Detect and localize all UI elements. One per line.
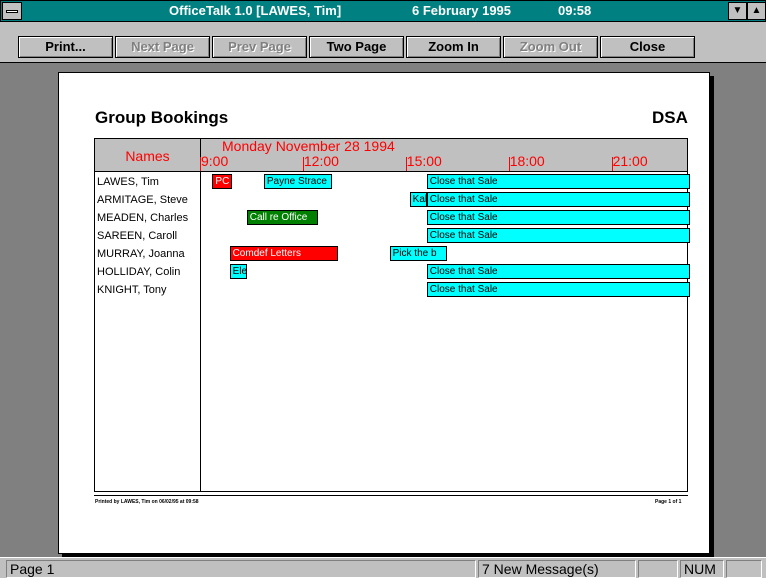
zoom-in-button[interactable]: Zoom In	[406, 36, 501, 58]
title-date: 6 February 1995	[412, 3, 512, 18]
time-tick-label: 18:00	[509, 153, 545, 169]
booking-bar[interactable]: Close that Sale	[426, 192, 690, 207]
booking-bar[interactable]: Pick the b	[389, 246, 447, 261]
minimize-button[interactable]: ▼	[728, 2, 747, 20]
report-org: DSA	[652, 108, 688, 127]
status-messages[interactable]: 7 New Message(s)	[478, 560, 636, 578]
main-window: OfficeTalk 1.0 [LAWES, Tim] 6 February 1…	[0, 0, 766, 578]
status-blank	[638, 560, 678, 578]
toolbar: Print... Next Page Prev Page Two Page Zo…	[0, 22, 766, 62]
time-tick-label: 21:00	[612, 153, 648, 169]
person-name: MEADEN, Charles	[97, 212, 189, 224]
booking-bar[interactable]: Comdef Letters	[229, 246, 339, 261]
time-tick-mark	[405, 157, 407, 171]
booking-bar[interactable]: Kal	[409, 192, 427, 207]
app-title: OfficeTalk 1.0 [LAWES, Tim]	[169, 3, 342, 18]
status-blank	[726, 560, 762, 578]
person-name: ARMITAGE, Steve	[97, 194, 188, 206]
booking-bar[interactable]: Close that Sale	[426, 174, 690, 189]
zoom-out-button[interactable]: Zoom Out	[503, 36, 598, 58]
close-button[interactable]: Close	[600, 36, 695, 58]
person-name: SAREEN, Caroll	[97, 230, 178, 242]
system-menu-button[interactable]	[2, 2, 22, 20]
person-name: MURRAY, Joanna	[97, 248, 185, 260]
triangle-down-icon: ▼	[732, 5, 743, 16]
time-tick-mark	[611, 157, 613, 171]
title-time: 09:58	[558, 3, 592, 18]
two-page-button[interactable]: Two Page	[309, 36, 404, 58]
status-bar: Page 1 7 New Message(s) NUM	[0, 557, 766, 578]
status-num: NUM	[680, 560, 724, 578]
footer-printed-by: Printed by LAWES, Tim on 06/02/95 at 09:…	[95, 499, 199, 505]
person-name: KNIGHT, Tony	[97, 284, 167, 296]
maximize-button[interactable]: ▲	[747, 2, 766, 20]
footer-page-count: Page 1 of 1	[655, 499, 682, 505]
report-title: Group Bookings	[95, 108, 229, 127]
booking-bar[interactable]: Payne Strace	[263, 174, 333, 189]
bookings-grid: Names Monday November 28 1994 9:00 12:00 1…	[94, 138, 690, 492]
booking-bar[interactable]: Close that Sale	[426, 210, 690, 225]
next-page-button[interactable]: Next Page	[115, 36, 210, 58]
column-divider	[200, 139, 201, 491]
names-header: Names	[125, 148, 170, 164]
booking-bar[interactable]: Close that Sale	[426, 282, 690, 297]
booking-bar[interactable]: Call re Office	[246, 210, 319, 225]
status-page: Page 1	[6, 560, 476, 578]
time-tick-label: 9:00	[201, 153, 229, 169]
booking-bar[interactable]: Ele	[229, 264, 247, 279]
footer-rule	[94, 495, 688, 496]
triangle-up-icon: ▲	[751, 5, 762, 16]
person-name: HOLLIDAY, Colin	[97, 266, 181, 278]
prev-page-button[interactable]: Prev Page	[212, 36, 307, 58]
time-tick-mark	[302, 157, 304, 171]
time-tick-mark	[200, 157, 201, 171]
date-header: Monday November 28 1994	[222, 138, 395, 154]
booking-bar[interactable]: Close that Sale	[426, 228, 690, 243]
print-button[interactable]: Print...	[18, 36, 113, 58]
system-menu-icon	[6, 10, 18, 13]
booking-bar[interactable]: PC	[212, 174, 233, 189]
person-name: LAWES, Tim	[97, 176, 159, 188]
time-tick-mark	[508, 157, 510, 171]
time-tick-label: 12:00	[303, 153, 339, 169]
time-tick-label: 15:00	[406, 153, 442, 169]
title-bar[interactable]: OfficeTalk 1.0 [LAWES, Tim] 6 February 1…	[0, 0, 766, 22]
booking-bar[interactable]: Close that Sale	[426, 264, 690, 279]
page-shadow	[710, 76, 714, 558]
